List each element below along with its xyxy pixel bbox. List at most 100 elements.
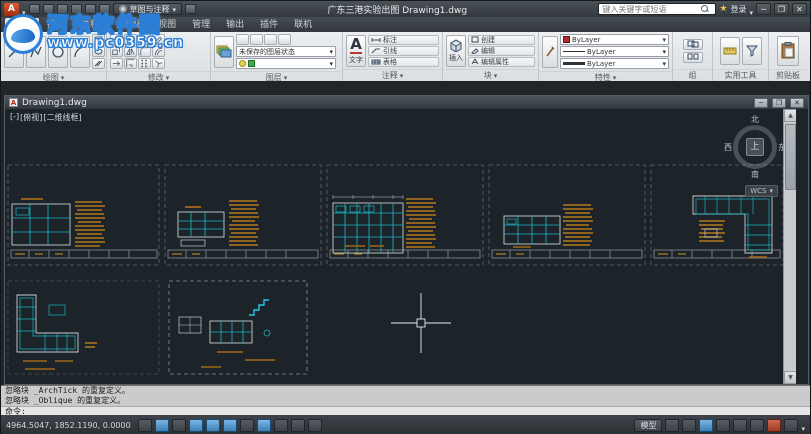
new-file-icon[interactable] xyxy=(29,4,40,14)
model-space-button[interactable]: 模型 xyxy=(634,419,662,432)
offset-tool-icon[interactable] xyxy=(152,46,165,57)
stretch-tool-icon[interactable] xyxy=(110,58,123,69)
paste-button[interactable] xyxy=(777,36,799,66)
tab-plugins[interactable]: 插件 xyxy=(252,18,286,32)
dimension-button[interactable]: 标注 xyxy=(368,35,439,45)
circle-tool-button[interactable] xyxy=(48,36,68,68)
wcs-menu[interactable]: WCS xyxy=(745,185,778,197)
arc-tool-button[interactable] xyxy=(70,36,90,68)
lineweight-toggle[interactable] xyxy=(291,419,305,432)
layer-lock-icon[interactable] xyxy=(278,34,291,45)
scrollbar-thumb[interactable] xyxy=(785,124,796,190)
viewcube-west[interactable]: 西 xyxy=(724,142,732,153)
table-button[interactable]: 表格 xyxy=(368,57,439,67)
viewcube-top-face[interactable]: 上 xyxy=(746,138,764,156)
ungroup-button[interactable] xyxy=(683,52,703,63)
minimize-button[interactable]: ─ xyxy=(756,3,771,15)
rotate-tool-icon[interactable] xyxy=(124,34,137,45)
panel-label-annotation[interactable]: 注释 xyxy=(343,69,442,81)
doc-minimize-button[interactable]: ─ xyxy=(754,98,768,108)
app-menu-caret-icon[interactable] xyxy=(22,0,26,19)
layer-state-icon[interactable] xyxy=(236,34,249,45)
clean-screen-icon[interactable] xyxy=(784,419,798,432)
plot-icon[interactable] xyxy=(71,4,82,14)
panel-label-groups[interactable]: 组 xyxy=(673,69,712,81)
annotation-scale-icon[interactable] xyxy=(699,419,713,432)
infer-constraints-toggle[interactable] xyxy=(138,419,152,432)
app-menu-button[interactable]: A xyxy=(4,3,19,16)
mirror-tool-icon[interactable] xyxy=(124,46,137,57)
tab-annotate[interactable]: 注释 xyxy=(73,18,107,32)
maximize-button[interactable]: ❐ xyxy=(774,3,789,15)
match-properties-button[interactable] xyxy=(542,36,558,68)
layer-properties-button[interactable] xyxy=(214,36,234,68)
tab-view[interactable]: 视图 xyxy=(150,18,184,32)
tab-parametric[interactable]: 参数化 xyxy=(107,18,150,32)
viewcube-north[interactable]: 北 xyxy=(751,114,759,125)
viewcube[interactable]: 北 南 西 东 上 xyxy=(724,114,786,180)
trim-tool-icon[interactable] xyxy=(138,34,151,45)
otrack-toggle[interactable] xyxy=(240,419,254,432)
sign-in-caret-icon[interactable] xyxy=(749,0,753,19)
redo-icon[interactable] xyxy=(99,4,110,14)
quick-access-caret-icon[interactable] xyxy=(185,4,196,14)
search-input[interactable] xyxy=(602,5,698,14)
tab-online[interactable]: 联机 xyxy=(286,18,320,32)
tab-manage[interactable]: 管理 xyxy=(184,18,218,32)
quick-view-layouts-icon[interactable] xyxy=(665,419,679,432)
status-menu-caret-icon[interactable] xyxy=(801,416,805,434)
workspace-switcher[interactable]: 草图与注释 xyxy=(113,3,183,15)
model-space-viewport[interactable]: [-] [俯视] [二维线框] xyxy=(5,109,796,384)
drawing-canvas[interactable] xyxy=(5,109,796,384)
ellipse-tool-icon[interactable] xyxy=(92,46,105,57)
tab-insert[interactable]: 插入 xyxy=(39,18,73,32)
snap-toggle[interactable] xyxy=(155,419,169,432)
polar-toggle[interactable] xyxy=(206,419,220,432)
help-search[interactable] xyxy=(598,3,716,15)
polyline-tool-button[interactable] xyxy=(26,36,46,68)
panel-label-utilities[interactable]: 实用工具 xyxy=(713,69,768,81)
array-tool-icon[interactable] xyxy=(138,58,151,69)
visual-style-control[interactable]: [二维线框] xyxy=(43,112,81,123)
tab-home[interactable]: 常用 xyxy=(5,18,39,32)
performance-icon[interactable] xyxy=(767,419,781,432)
layer-state-dropdown[interactable]: 未保存的图层状态 xyxy=(236,46,336,57)
search-icon[interactable] xyxy=(701,5,709,13)
workspace-switch-icon[interactable] xyxy=(733,419,747,432)
dynamic-ucs-toggle[interactable] xyxy=(257,419,271,432)
lock-ui-icon[interactable] xyxy=(750,419,764,432)
scroll-up-arrow[interactable]: ▲ xyxy=(784,109,796,122)
fillet-tool-icon[interactable] xyxy=(138,46,151,57)
command-window[interactable]: 忽略块 _ArchTick 的重复定义。 忽略块 _Oblique 的重复定义。… xyxy=(1,385,810,415)
panel-label-layers[interactable]: 图层 xyxy=(211,71,342,83)
sign-in-link[interactable]: 登录 xyxy=(730,4,746,15)
close-button[interactable]: ✕ xyxy=(792,3,807,15)
group-button[interactable] xyxy=(683,39,703,50)
layer-isolate-icon[interactable] xyxy=(250,34,263,45)
viewport-menu-control[interactable]: [-] xyxy=(10,112,19,123)
viewcube-south[interactable]: 南 xyxy=(751,169,759,180)
panel-label-block[interactable]: 块 xyxy=(443,69,538,81)
edit-block-button[interactable]: 编辑 xyxy=(468,46,535,56)
hatch-tool-icon[interactable] xyxy=(92,58,105,69)
transparency-toggle[interactable] xyxy=(308,419,322,432)
doc-restore-button[interactable]: ❐ xyxy=(772,98,786,108)
erase-tool-icon[interactable] xyxy=(152,34,165,45)
move-tool-icon[interactable] xyxy=(110,34,123,45)
document-title-bar[interactable]: A Drawing1.dwg ─ ❐ ✕ xyxy=(5,96,808,109)
copy-tool-icon[interactable] xyxy=(110,46,123,57)
quick-view-drawings-icon[interactable] xyxy=(682,419,696,432)
view-control[interactable]: [俯视] xyxy=(20,112,42,123)
object-color-dropdown[interactable]: ByLayer xyxy=(560,34,669,45)
create-block-button[interactable]: 创建 xyxy=(468,35,535,45)
edit-attributes-button[interactable]: 编辑属性 xyxy=(468,57,535,67)
scale-tool-icon[interactable] xyxy=(124,58,137,69)
panel-label-modify[interactable]: 修改 xyxy=(107,71,210,83)
line-tool-button[interactable] xyxy=(4,36,24,68)
quick-select-button[interactable] xyxy=(742,37,762,65)
measure-button[interactable] xyxy=(720,37,740,65)
layer-freeze-icon[interactable] xyxy=(264,34,277,45)
dynamic-input-toggle[interactable] xyxy=(274,419,288,432)
vertical-scrollbar[interactable]: ▲ ▼ xyxy=(783,109,796,384)
panel-label-draw[interactable]: 绘图 xyxy=(1,71,106,83)
